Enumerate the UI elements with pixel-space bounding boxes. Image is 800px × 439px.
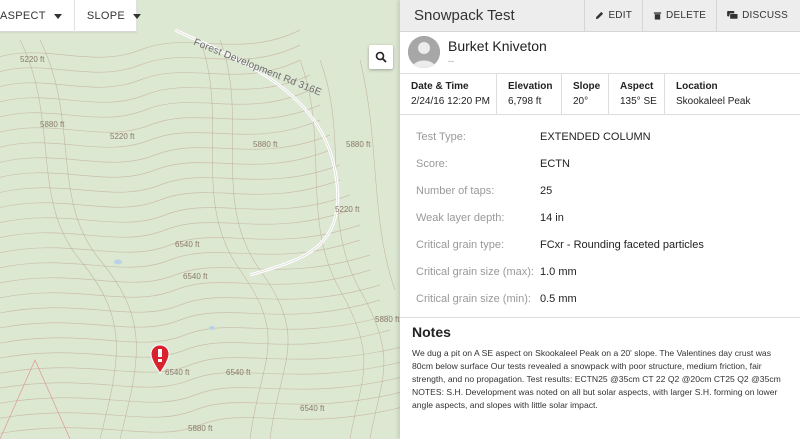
- detail-label: Test Type:: [416, 130, 466, 143]
- notes-title: Notes: [412, 324, 451, 340]
- detail-row: Critical grain size (max): 1.0 mm: [416, 258, 800, 285]
- slope-filter-dropdown[interactable]: SLOPE: [75, 0, 141, 32]
- detail-value: 1.0 mm: [540, 265, 577, 278]
- caret-down-icon: [53, 13, 62, 19]
- detail-row: Number of taps: 25: [416, 177, 800, 204]
- contour-label: 5220 ft: [335, 205, 360, 214]
- observation-meta: Date & Time 2/24/16 12:20 PM Elevation 6…: [400, 73, 800, 115]
- meta-slope: Slope 20°: [562, 74, 609, 114]
- map-view[interactable]: Forest Development Rd 316E 5220 ft 5880 …: [0, 0, 400, 439]
- contour-label: 5220 ft: [20, 55, 45, 64]
- meta-label: Date & Time: [411, 81, 469, 92]
- delete-button[interactable]: DELETE: [642, 0, 716, 32]
- comments-icon: [727, 11, 739, 20]
- detail-label: Number of taps:: [416, 184, 495, 197]
- observer-info: Burket Kniveton --: [400, 32, 800, 72]
- test-details: Test Type: EXTENDED COLUMN Score: ECTN N…: [400, 115, 800, 312]
- delete-label: DELETE: [666, 10, 707, 21]
- meta-elevation: Elevation 6,798 ft: [497, 74, 562, 114]
- notes-text: We dug a pit on A SE aspect on Skookalee…: [412, 348, 781, 410]
- trash-icon: [653, 12, 662, 20]
- meta-label: Aspect: [620, 81, 654, 92]
- meta-aspect: Aspect 135° SE: [609, 74, 665, 114]
- notes-section: Notes We dug a pit on A SE aspect on Sko…: [400, 317, 800, 412]
- detail-label: Weak layer depth:: [416, 211, 505, 224]
- discuss-button[interactable]: DISCUSS: [716, 0, 800, 32]
- contour-label: 5880 ft: [188, 424, 213, 433]
- observation-marker[interactable]: [150, 344, 170, 379]
- observer-name[interactable]: Burket Kniveton: [448, 38, 547, 54]
- terrain-contours: [0, 0, 400, 439]
- detail-row: Weak layer depth: 14 in: [416, 204, 800, 231]
- detail-row: Critical grain type: FCxr - Rounding fac…: [416, 231, 800, 258]
- meta-location: Location Skookaleel Peak: [665, 74, 800, 114]
- contour-label: 6540 ft: [226, 368, 251, 377]
- meta-date-time: Date & Time 2/24/16 12:20 PM: [400, 74, 497, 114]
- search-icon: [375, 51, 387, 63]
- map-search-button[interactable]: [369, 45, 393, 69]
- detail-label: Score:: [416, 157, 448, 170]
- panel-title: Snowpack Test: [414, 7, 515, 24]
- contour-label: 5220 ft: [110, 132, 135, 141]
- discuss-label: DISCUSS: [742, 10, 788, 21]
- meta-value: 135° SE: [620, 96, 657, 107]
- detail-label: Critical grain size (max):: [416, 265, 534, 278]
- avatar[interactable]: [408, 36, 440, 68]
- aspect-filter-dropdown[interactable]: ASPECT: [0, 0, 75, 32]
- contour-label: 6540 ft: [183, 272, 208, 281]
- caret-down-icon: [133, 13, 141, 19]
- detail-row: Critical grain size (min): 0.5 mm: [416, 285, 800, 312]
- contour-label: 6540 ft: [175, 240, 200, 249]
- slope-filter-label: SLOPE: [86, 10, 125, 22]
- contour-label: 6540 ft: [300, 404, 325, 413]
- contour-label: 5880 ft: [346, 140, 371, 149]
- observation-detail-panel: Snowpack Test EDIT DELETE DISCUSS Burket…: [400, 0, 800, 439]
- detail-label: Critical grain size (min):: [416, 292, 531, 305]
- observer-subtitle: --: [448, 56, 454, 66]
- user-avatar-icon: [408, 36, 440, 68]
- detail-value: 14 in: [540, 211, 564, 224]
- detail-value: 25: [540, 184, 553, 197]
- detail-value: 0.5 mm: [540, 292, 577, 305]
- contour-label: 5880 ft: [253, 140, 278, 149]
- meta-value: 2/24/16 12:20 PM: [411, 96, 490, 107]
- pencil-icon: [596, 11, 604, 20]
- detail-label: Critical grain type:: [416, 238, 505, 251]
- meta-value: 20°: [573, 96, 589, 107]
- detail-value: EXTENDED COLUMN: [540, 130, 651, 143]
- detail-row: Score: ECTN: [416, 150, 800, 177]
- meta-label: Slope: [573, 81, 601, 92]
- observation-marker-icon: [150, 344, 170, 374]
- meta-label: Location: [676, 81, 718, 92]
- meta-value: 6,798 ft: [508, 96, 542, 107]
- detail-value: ECTN: [540, 157, 570, 170]
- map-filter-toolbar: ASPECT SLOPE: [0, 0, 141, 32]
- meta-value: Skookaleel Peak: [676, 96, 751, 107]
- edit-button[interactable]: EDIT: [584, 0, 642, 32]
- edit-label: EDIT: [608, 10, 633, 21]
- meta-label: Elevation: [508, 81, 553, 92]
- contour-label: 5880 ft: [375, 315, 400, 324]
- panel-header: Snowpack Test EDIT DELETE DISCUSS: [400, 0, 800, 32]
- detail-row: Test Type: EXTENDED COLUMN: [416, 123, 800, 150]
- aspect-filter-label: ASPECT: [0, 10, 46, 22]
- detail-value: FCxr - Rounding faceted particles: [540, 238, 704, 251]
- contour-label: 5880 ft: [40, 120, 65, 129]
